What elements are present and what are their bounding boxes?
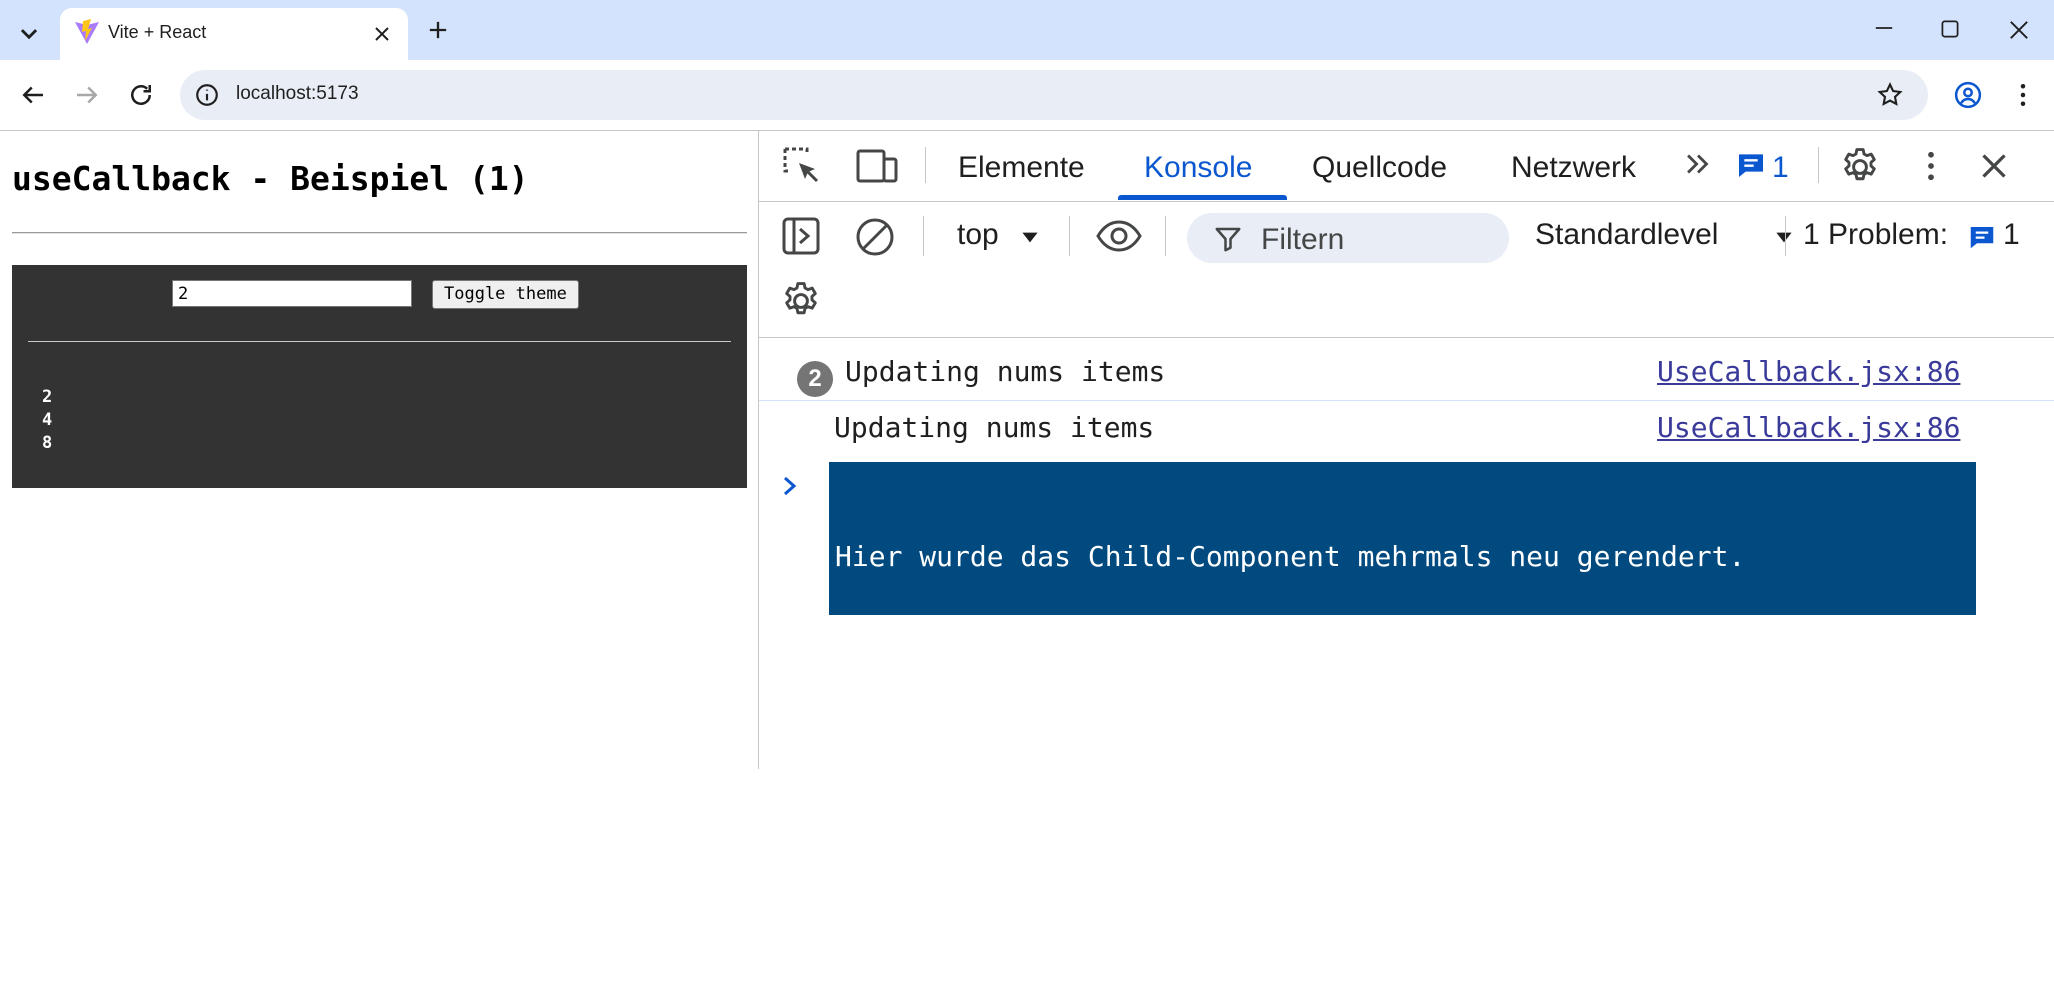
devtools-menu-icon[interactable]	[1916, 147, 1946, 185]
reload-icon[interactable]	[126, 80, 156, 110]
separator	[1069, 216, 1070, 256]
close-window-icon[interactable]	[2005, 16, 2033, 44]
tab-quellcode[interactable]: Quellcode	[1312, 151, 1447, 185]
minimize-icon[interactable]	[1870, 14, 1898, 42]
browser-toolbar: localhost:5173	[0, 60, 2054, 131]
source-link[interactable]: UseCallback.jsx:86	[1657, 411, 1960, 444]
dropdown-arrow-icon[interactable]	[1017, 224, 1043, 250]
highlight-line	[835, 652, 1745, 690]
expand-chevron-icon[interactable]	[779, 469, 803, 503]
tab-search-chevron-icon[interactable]	[12, 16, 46, 50]
separator	[923, 216, 924, 256]
clear-console-icon[interactable]	[854, 216, 896, 258]
console-toolbar: top Filtern Standardlevel 1 Problem: 1	[759, 202, 2054, 269]
profile-icon[interactable]	[1953, 80, 1983, 110]
separator	[925, 147, 926, 183]
inspect-element-icon[interactable]	[781, 145, 823, 187]
console-message-text: Updating nums items	[845, 355, 1166, 388]
issues-message-icon[interactable]	[1735, 149, 1767, 181]
page-title: useCallback - Beispiel (1)	[12, 159, 529, 198]
url-text[interactable]: localhost:5173	[236, 83, 359, 105]
console-settings-gear-icon[interactable]	[779, 279, 823, 323]
sidebar-toggle-icon[interactable]	[781, 216, 821, 256]
problems-label[interactable]: 1 Problem:	[1803, 218, 1948, 252]
list-item: 4	[42, 410, 53, 430]
tab-strip: Vite + React	[0, 0, 2054, 60]
source-link[interactable]: UseCallback.jsx:86	[1657, 355, 1960, 388]
number-input[interactable]: 2	[172, 280, 412, 307]
site-info-icon[interactable]	[194, 82, 220, 108]
highlight-text: Hier wurde das Child-Component mehrmals …	[835, 462, 1745, 994]
dropdown-arrow-icon[interactable]	[1771, 224, 1797, 250]
settings-gear-icon[interactable]	[1838, 145, 1882, 189]
more-tabs-chevron-icon[interactable]	[1681, 147, 1715, 181]
new-tab-plus-icon[interactable]	[424, 16, 452, 44]
device-toolbar-icon[interactable]	[854, 145, 900, 187]
console-prompt-highlighted[interactable]: Hier wurde das Child-Component mehrmals …	[829, 462, 1976, 915]
log-level-selector[interactable]: Standardlevel	[1535, 218, 1718, 252]
issues-count[interactable]: 1	[1772, 151, 1789, 185]
browser-menu-icon[interactable]	[2008, 80, 2038, 110]
console-message-text: Updating nums items	[834, 411, 1155, 444]
context-selector[interactable]: top	[957, 218, 999, 252]
list-item: 2	[42, 387, 53, 407]
filter-input[interactable]: Filtern	[1187, 213, 1509, 263]
tab-title: Vite + React	[108, 22, 207, 42]
divider	[12, 232, 747, 234]
back-arrow-icon[interactable]	[18, 80, 48, 110]
toggle-theme-button[interactable]: Toggle theme	[432, 280, 579, 309]
vite-logo-icon	[74, 19, 100, 45]
bookmark-star-icon[interactable]	[1876, 81, 1904, 109]
demo-container: 2 Toggle theme 2 4 8	[12, 265, 747, 488]
address-bar[interactable]: localhost:5173	[180, 70, 1928, 120]
tab-close-icon[interactable]	[370, 22, 394, 46]
console-settings-row	[759, 269, 2054, 338]
eye-icon[interactable]	[1095, 216, 1143, 256]
separator	[1165, 216, 1166, 256]
divider	[28, 341, 731, 342]
close-devtools-icon[interactable]	[1976, 148, 2012, 184]
separator	[1818, 147, 1819, 183]
highlight-line: Hier wurde das Child-Component mehrmals …	[835, 540, 1746, 573]
console-message[interactable]: Updating nums items UseCallback.jsx:86	[759, 406, 2054, 456]
tab-elemente[interactable]: Elemente	[958, 151, 1085, 185]
filter-placeholder: Filtern	[1261, 223, 1345, 256]
page-viewport: useCallback - Beispiel (1) 2 Toggle them…	[0, 131, 758, 769]
devtools-panel: Elemente Konsole Quellcode Netzwerk 1 to…	[758, 131, 2054, 915]
problems-count[interactable]: 1	[2003, 218, 2020, 252]
forward-arrow-icon[interactable]	[72, 80, 102, 110]
browser-tab[interactable]: Vite + React	[60, 8, 408, 60]
tab-netzwerk[interactable]: Netzwerk	[1511, 151, 1636, 185]
tab-konsole[interactable]: Konsole	[1144, 151, 1252, 185]
highlight-line: 1x - Änderung Theme	[835, 882, 1156, 915]
repeat-count-badge: 2	[797, 361, 833, 397]
maximize-icon[interactable]	[1937, 16, 1963, 42]
problems-message-icon[interactable]	[1967, 222, 1997, 252]
devtools-tabbar: Elemente Konsole Quellcode Netzwerk 1	[759, 131, 2054, 202]
filter-funnel-icon	[1213, 224, 1243, 254]
active-tab-indicator	[1118, 195, 1287, 200]
separator	[1785, 216, 1786, 256]
console-message[interactable]: 2 Updating nums items UseCallback.jsx:86	[759, 350, 2054, 401]
highlight-line: 2x - Änderung Counter	[835, 768, 1190, 801]
list-item: 8	[42, 433, 53, 453]
